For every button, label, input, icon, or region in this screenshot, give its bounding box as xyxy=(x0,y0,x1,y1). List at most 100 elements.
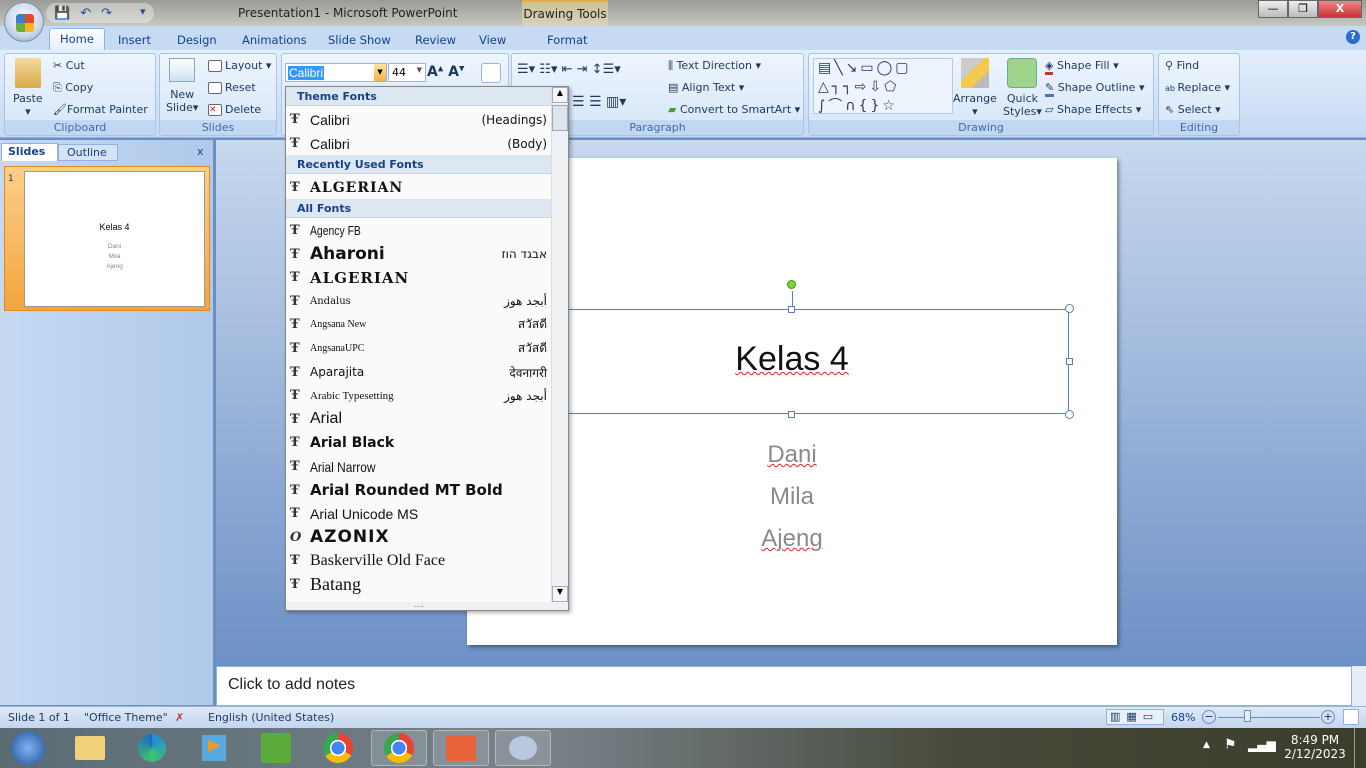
bullets-icon[interactable]: ☰▾ ☷▾ ⇤ ⇥ ↕☰▾ xyxy=(517,62,621,77)
reset-button[interactable]: Reset xyxy=(208,81,256,94)
font-item[interactable]: Ŧ Aharoni אבגד הוז xyxy=(286,243,551,266)
tab-slide-show[interactable]: Slide Show xyxy=(318,30,401,50)
tab-animations[interactable]: Animations xyxy=(232,30,317,50)
font-item[interactable]: O AZONIX xyxy=(286,526,551,549)
new-slide-button[interactable]: New Slide▾ xyxy=(166,58,198,114)
shape-outline-button[interactable]: ✎ Shape Outline ▾ xyxy=(1045,81,1145,97)
paste-button[interactable]: Paste ▾ xyxy=(13,58,43,118)
fit-slide-button[interactable] xyxy=(1343,709,1359,725)
shape-fill-button[interactable]: ◈ Shape Fill ▾ xyxy=(1045,59,1119,75)
outline-tab[interactable]: Outline xyxy=(58,144,118,161)
font-item[interactable]: Ŧ Calibri (Headings) xyxy=(286,108,551,131)
resize-handle[interactable] xyxy=(1065,304,1074,313)
restore-button[interactable]: ❐ xyxy=(1288,0,1318,18)
scroll-down-arrow[interactable]: ▼ xyxy=(552,586,568,602)
select-button[interactable]: ⇖ Select ▾ xyxy=(1165,103,1221,116)
paint-icon[interactable] xyxy=(495,730,551,766)
font-item[interactable]: Ŧ Baskerville Old Face xyxy=(286,549,551,572)
chrome-icon[interactable] xyxy=(310,730,366,766)
arrange-button[interactable]: Arrange ▾ xyxy=(953,58,997,118)
action-center-flag-icon[interactable]: ⚑ xyxy=(1224,737,1237,753)
cut-button[interactable]: ✂ Cut xyxy=(53,59,85,72)
align-text-button[interactable]: ▤ Align Text ▾ xyxy=(668,81,744,94)
font-item[interactable]: Ŧ Arial Rounded MT Bold xyxy=(286,479,551,502)
slides-tab[interactable]: Slides xyxy=(1,143,58,161)
show-desktop-button[interactable] xyxy=(1354,728,1366,768)
show-hidden-icons[interactable]: ▲ xyxy=(1203,740,1210,750)
view-buttons[interactable]: ▥▦▭ xyxy=(1106,709,1164,725)
text-direction-button[interactable]: ⫼ Text Direction ▾ xyxy=(668,59,761,73)
file-explorer-icon[interactable] xyxy=(62,730,118,766)
font-size-arrow[interactable]: ▼ xyxy=(417,66,422,74)
help-icon[interactable]: ? xyxy=(1346,30,1360,44)
slide-title[interactable]: Kelas 4 xyxy=(545,340,1039,379)
font-item[interactable]: Ŧ Arial Black xyxy=(286,431,551,454)
close-button[interactable]: X xyxy=(1318,0,1362,18)
tab-design[interactable]: Design xyxy=(167,30,227,50)
font-size-input[interactable]: 44 ▼ xyxy=(388,63,426,82)
tab-view[interactable]: View xyxy=(469,30,516,50)
font-item[interactable]: Ŧ Agency FB xyxy=(286,219,551,242)
find-button[interactable]: ⚲ Find xyxy=(1165,59,1199,72)
font-list-scrollbar[interactable]: ▲ ▼ xyxy=(551,87,568,610)
powerpoint-icon[interactable] xyxy=(433,730,489,766)
layout-button[interactable]: Layout ▾ xyxy=(208,59,271,72)
rotate-handle[interactable] xyxy=(787,280,796,289)
resize-handle[interactable] xyxy=(1066,358,1073,365)
tab-review[interactable]: Review xyxy=(405,30,466,50)
notes-pane[interactable]: Click to add notes xyxy=(216,666,1352,706)
font-item[interactable]: Ŧ Calibri (Body) xyxy=(286,132,551,155)
replace-button[interactable]: ab Replace ▾ xyxy=(1165,81,1230,94)
font-item[interactable]: Ŧ Arial Narrow xyxy=(286,455,551,478)
edge-icon[interactable] xyxy=(124,730,180,766)
spelling-icon[interactable]: ✗ xyxy=(175,711,184,724)
media-player-icon[interactable]: ▶ xyxy=(186,730,242,766)
font-dropdown-arrow[interactable]: ▼ xyxy=(374,64,386,81)
font-item[interactable]: Ŧ Arial xyxy=(286,408,551,431)
copy-button[interactable]: ⎘ Copy xyxy=(53,81,93,95)
font-item[interactable]: Ŧ Andalus أبجد هوز xyxy=(286,290,551,313)
resize-grip[interactable]: .... xyxy=(286,601,552,610)
format-painter-button[interactable]: 🖌Format Painter xyxy=(53,103,148,116)
zoom-in-button[interactable]: + xyxy=(1321,710,1335,724)
close-pane-button[interactable]: x xyxy=(197,145,204,158)
font-item[interactable]: Ŧ Arial Unicode MS xyxy=(286,502,551,525)
font-name-input[interactable]: Calibri ▼ xyxy=(285,63,387,82)
minimize-button[interactable]: — xyxy=(1258,0,1288,18)
resize-handle[interactable] xyxy=(1065,410,1074,419)
resize-handle[interactable] xyxy=(788,306,795,313)
save-icon[interactable]: 💾 xyxy=(54,6,70,21)
clock[interactable]: 8:49 PM 2/12/2023 xyxy=(1284,733,1346,761)
start-button[interactable] xyxy=(0,730,56,766)
redo-icon[interactable]: ↷ xyxy=(101,6,112,21)
font-item[interactable]: Ŧ ALGERIAN xyxy=(286,176,551,199)
coreldraw-icon[interactable] xyxy=(248,730,304,766)
font-item[interactable]: Ŧ Arabic Typesetting أبجد هوز xyxy=(286,384,551,407)
font-item[interactable]: Ŧ Angsana New สวัสดี xyxy=(286,313,551,336)
language[interactable]: English (United States) xyxy=(208,711,334,724)
tab-insert[interactable]: Insert xyxy=(108,30,161,50)
chrome-profile-icon[interactable] xyxy=(371,730,427,766)
font-item[interactable]: Ŧ AngsanaUPC สวัสดี xyxy=(286,337,551,360)
grow-font-icon[interactable]: A▲ A▼ xyxy=(427,64,464,80)
zoom-slider-thumb[interactable] xyxy=(1243,710,1251,722)
zoom-slider[interactable] xyxy=(1218,717,1320,718)
scroll-up-arrow[interactable]: ▲ xyxy=(552,87,568,103)
slide-thumbnail[interactable]: Kelas 4 Dani Mila Ajeng xyxy=(24,171,205,307)
office-button[interactable] xyxy=(4,2,44,42)
justify-icons[interactable]: ☰ ☰ ▥▾ xyxy=(572,94,626,110)
tab-format[interactable]: Format xyxy=(537,30,598,50)
shapes-gallery[interactable]: ▤╲↘▭◯▢ △┐┐⇨⇩⬠ ∫⌒∩{}☆ xyxy=(813,58,953,114)
shape-effects-button[interactable]: ▱ Shape Effects ▾ xyxy=(1045,103,1141,116)
quick-styles-button[interactable]: Quick Styles▾ xyxy=(1003,58,1042,118)
scroll-thumb[interactable] xyxy=(552,105,568,131)
font-item[interactable]: Ŧ Batang xyxy=(286,573,551,596)
font-item[interactable]: Ŧ ALGERIAN xyxy=(286,266,551,289)
tab-home[interactable]: Home xyxy=(49,28,105,51)
zoom-level[interactable]: 68% xyxy=(1171,711,1195,724)
font-item[interactable]: Ŧ Aparajita देवनागरी xyxy=(286,361,551,384)
network-signal-icon[interactable]: ▂▄▆ xyxy=(1248,738,1276,752)
clear-formatting-icon[interactable] xyxy=(481,63,501,83)
delete-button[interactable]: ✕ Delete xyxy=(208,103,261,116)
zoom-out-button[interactable]: − xyxy=(1202,710,1216,724)
